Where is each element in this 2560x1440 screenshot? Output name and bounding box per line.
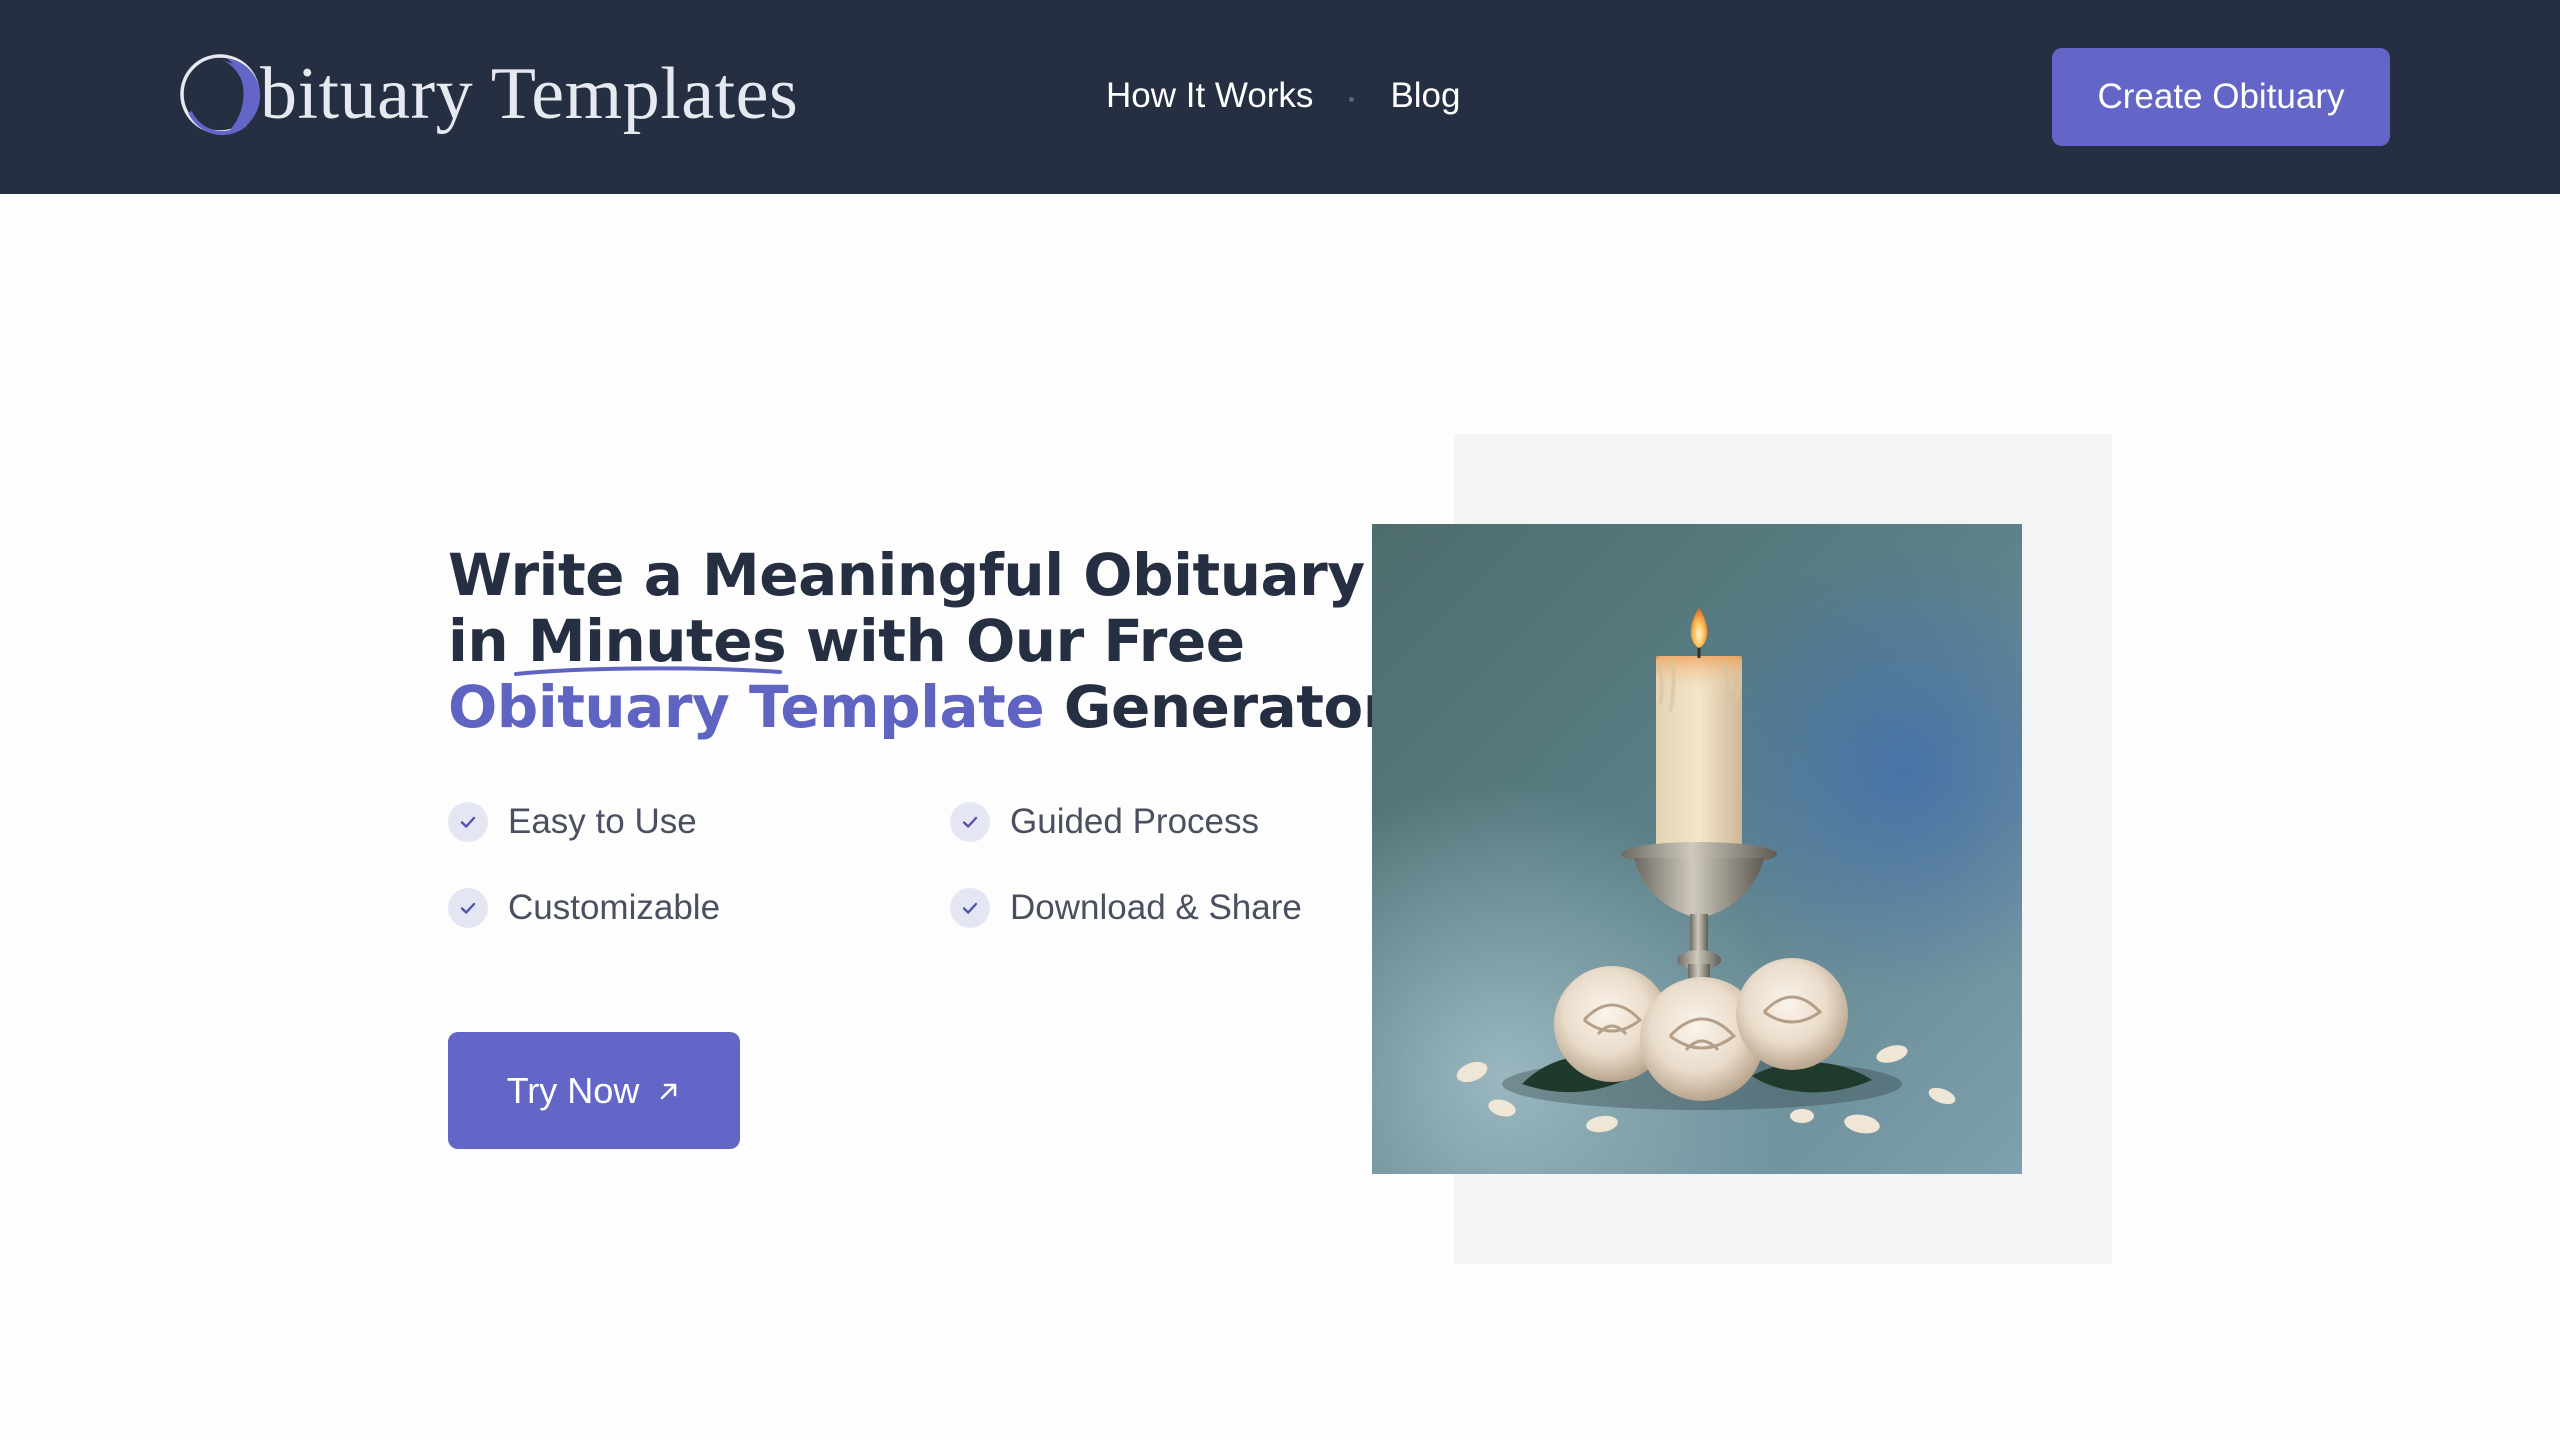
feature-list: Easy to Use Guided Process Customizable …: [448, 800, 1348, 930]
main-nav: How It Works Blog: [1106, 66, 1461, 126]
feature-label: Customizable: [508, 888, 721, 927]
feature-item: Download & Share: [950, 886, 1350, 930]
feature-label: Easy to Use: [508, 802, 697, 841]
try-now-label: Try Now: [506, 1069, 640, 1111]
headline-part-3: Generator: [1044, 673, 1391, 741]
nav-blog[interactable]: Blog: [1390, 76, 1460, 116]
logo-text: bituary Templates: [260, 53, 799, 135]
check-icon: [448, 888, 488, 928]
feature-label: Guided Process: [1010, 802, 1260, 841]
logo-crescent-icon: [180, 54, 261, 135]
headline-part-2: with Our Free: [786, 607, 1245, 675]
check-icon: [448, 802, 488, 842]
feature-item: Guided Process: [950, 800, 1350, 844]
headline-underlined-word: Minutes: [513, 608, 787, 676]
site-logo[interactable]: bituary Templates: [176, 44, 798, 144]
underline-stroke-icon: [513, 666, 782, 676]
site-header: bituary Templates How It Works Blog Crea…: [0, 0, 2560, 194]
nav-separator-dot: [1349, 96, 1355, 102]
feature-item: Customizable: [448, 886, 950, 930]
feature-label: Download & Share: [1010, 888, 1302, 927]
check-icon: [950, 802, 990, 842]
check-icon: [950, 888, 990, 928]
nav-how-it-works[interactable]: How It Works: [1106, 76, 1313, 116]
candle-roses-image: [1372, 524, 2022, 1174]
create-obituary-button[interactable]: Create Obituary: [2052, 48, 2390, 146]
hero-headline: Write a Meaningful Obituary in Minutes w…: [448, 542, 1398, 740]
arrow-up-right-icon: [657, 1079, 681, 1103]
feature-item: Easy to Use: [448, 800, 950, 844]
try-now-button[interactable]: Try Now: [448, 1032, 740, 1149]
